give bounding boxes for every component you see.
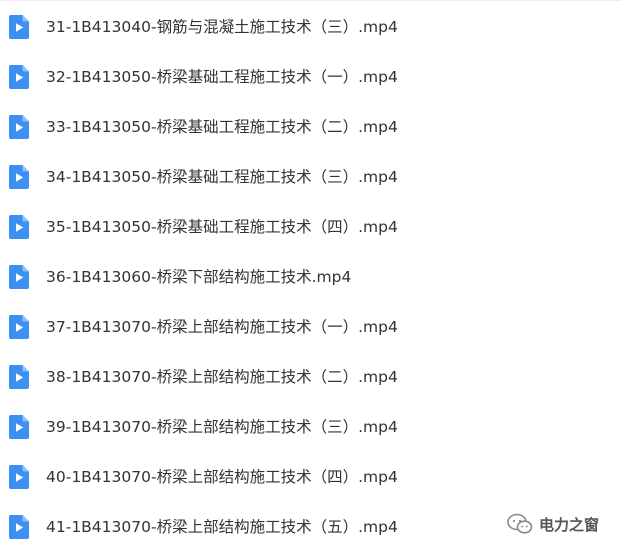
watermark-text: 电力之窗 — [539, 515, 600, 534]
video-file-icon — [9, 215, 29, 239]
file-row[interactable]: 36-1B413060-桥梁下部结构施工技术.mp4 — [0, 252, 621, 302]
file-name[interactable]: 41-1B413070-桥梁上部结构施工技术（五）.mp4 — [46, 517, 398, 537]
file-row[interactable]: 31-1B413040-钢筋与混凝土施工技术（三）.mp4 — [0, 2, 621, 52]
video-file-icon — [9, 465, 29, 489]
video-file-icon — [9, 365, 29, 389]
video-file-icon — [9, 415, 29, 439]
file-name[interactable]: 37-1B413070-桥梁上部结构施工技术（一）.mp4 — [46, 317, 398, 337]
video-file-icon — [9, 165, 29, 189]
watermark: 电力之窗 — [507, 512, 599, 536]
file-name[interactable]: 34-1B413050-桥梁基础工程施工技术（三）.mp4 — [46, 167, 398, 187]
file-row[interactable]: 38-1B413070-桥梁上部结构施工技术（二）.mp4 — [0, 352, 621, 402]
video-file-icon — [9, 515, 29, 539]
file-name[interactable]: 38-1B413070-桥梁上部结构施工技术（二）.mp4 — [46, 367, 398, 387]
file-row[interactable]: 40-1B413070-桥梁上部结构施工技术（四）.mp4 — [0, 452, 621, 502]
video-file-icon — [9, 65, 29, 89]
file-name[interactable]: 32-1B413050-桥梁基础工程施工技术（一）.mp4 — [46, 67, 398, 87]
video-file-icon — [9, 15, 29, 39]
file-name[interactable]: 39-1B413070-桥梁上部结构施工技术（三）.mp4 — [46, 417, 398, 437]
wechat-official-account-icon — [507, 513, 533, 534]
file-row[interactable]: 33-1B413050-桥梁基础工程施工技术（二）.mp4 — [0, 102, 621, 152]
file-row[interactable]: 37-1B413070-桥梁上部结构施工技术（一）.mp4 — [0, 302, 621, 352]
file-row[interactable]: 32-1B413050-桥梁基础工程施工技术（一）.mp4 — [0, 52, 621, 102]
video-file-icon — [9, 115, 29, 139]
file-name[interactable]: 33-1B413050-桥梁基础工程施工技术（二）.mp4 — [46, 117, 398, 137]
file-row[interactable]: 34-1B413050-桥梁基础工程施工技术（三）.mp4 — [0, 152, 621, 202]
top-divider — [0, 0, 621, 1]
video-file-icon — [9, 265, 29, 289]
file-name[interactable]: 31-1B413040-钢筋与混凝土施工技术（三）.mp4 — [46, 17, 398, 37]
file-row[interactable]: 35-1B413050-桥梁基础工程施工技术（四）.mp4 — [0, 202, 621, 252]
file-name[interactable]: 35-1B413050-桥梁基础工程施工技术（四）.mp4 — [46, 217, 398, 237]
file-name[interactable]: 40-1B413070-桥梁上部结构施工技术（四）.mp4 — [46, 467, 398, 487]
file-row[interactable]: 39-1B413070-桥梁上部结构施工技术（三）.mp4 — [0, 402, 621, 452]
file-name[interactable]: 36-1B413060-桥梁下部结构施工技术.mp4 — [46, 267, 351, 287]
video-file-icon — [9, 315, 29, 339]
